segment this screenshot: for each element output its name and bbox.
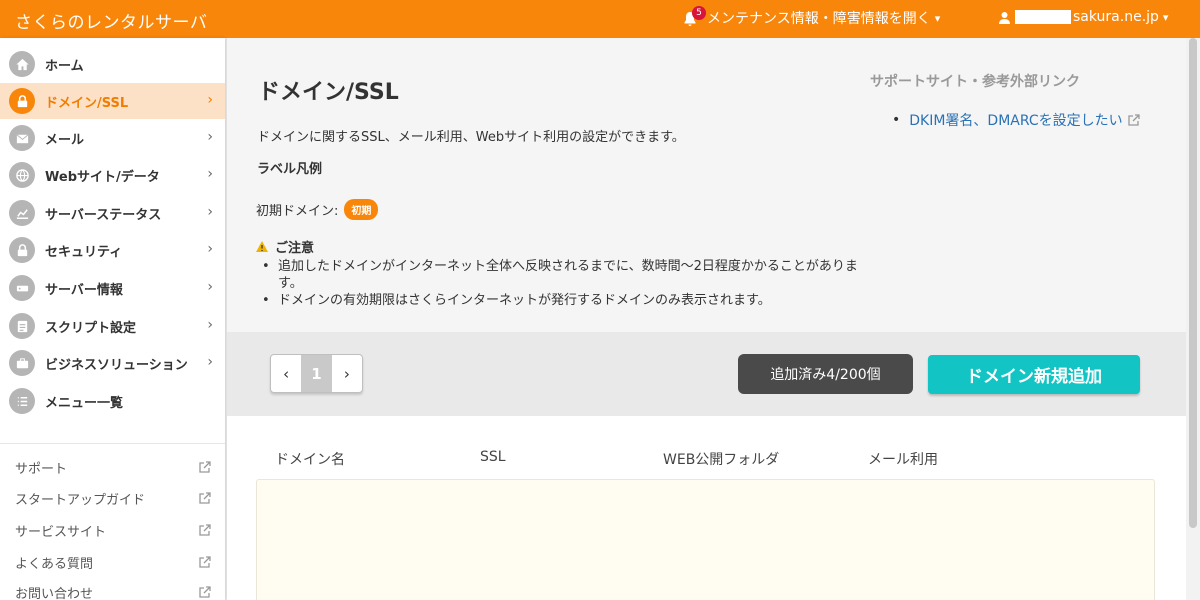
sidebar-link-label: スタートアップガイド [15, 493, 146, 508]
initial-badge: 初期 [344, 199, 379, 220]
page-title: ドメイン/SSL [258, 80, 399, 105]
script-icon [9, 313, 35, 339]
sidebar-link-label: お問い合わせ [15, 587, 94, 600]
account-name-masked [1015, 10, 1071, 24]
home-icon [9, 51, 35, 77]
sidebar-item-server-info[interactable]: サーバー情報 › [0, 270, 225, 306]
initial-domain-legend: 初期ドメイン: 初期 [256, 199, 379, 220]
external-link-icon [199, 556, 211, 568]
notification-badge: 5 [692, 6, 706, 20]
column-header-mail: メール利用 [868, 452, 938, 468]
top-header: さくらのレンタルサーバ 5 メンテナンス情報・障害情報を開く ▾ sakura.… [0, 0, 1200, 38]
sidebar-item-label: ホーム [45, 58, 84, 74]
label-legend-heading: ラベル凡例 [257, 162, 323, 177]
sidebar-item-home[interactable]: ホーム [0, 46, 225, 82]
support-link-label: DKIM署名、DMARCを設定したい [909, 113, 1123, 129]
sidebar-link-support[interactable]: サポート [15, 458, 211, 477]
notice-item: 追加したドメインがインターネット全体へ反映されるまでに、数時間〜2日程度かかるこ… [260, 258, 870, 292]
sidebar-item-website-data[interactable]: Webサイト/データ › [0, 157, 225, 193]
scrollbar[interactable] [1186, 38, 1200, 600]
sidebar-item-mail[interactable]: メール › [0, 120, 225, 156]
account-menu[interactable]: sakura.ne.jp ▾ [998, 9, 1168, 25]
sidebar-item-label: メニュー一覧 [45, 395, 124, 411]
external-link-icon [1128, 113, 1140, 126]
chevron-right-icon: › [207, 92, 213, 108]
page-prev-button[interactable]: ‹ [271, 355, 301, 392]
chevron-right-icon: › [207, 317, 213, 333]
sidebar-item-business-solutions[interactable]: ビジネスソリューション › [0, 345, 225, 381]
sidebar-item-security[interactable]: セキュリティ › [0, 232, 225, 268]
sidebar-item-label: メール [45, 132, 85, 148]
chart-icon [9, 200, 35, 226]
sidebar-link-label: サービスサイト [15, 525, 107, 540]
chevron-right-icon: › [207, 279, 213, 295]
server-icon [9, 275, 35, 301]
column-header-domain: ドメイン名 [275, 452, 345, 468]
notice-heading: ご注意 [255, 237, 314, 256]
chevron-right-icon: › [207, 129, 213, 145]
external-link-icon [199, 586, 211, 598]
add-domain-button[interactable]: ドメイン新規追加 [928, 355, 1140, 394]
chevron-right-icon: › [207, 166, 213, 182]
mail-icon [9, 125, 35, 151]
chevron-right-icon: › [207, 241, 213, 257]
globe-icon [9, 162, 35, 188]
sidebar-item-server-status[interactable]: サーバーステータス › [0, 195, 225, 231]
chevron-down-icon: ▾ [934, 11, 941, 25]
sidebar-link-service-site[interactable]: サービスサイト [15, 521, 211, 540]
page-description: ドメインに関するSSL、メール利用、Webサイト利用の設定ができます。 [257, 130, 685, 145]
sidebar: ホーム ドメイン/SSL › メール › Webサイト/データ › サーバーステ… [0, 38, 225, 600]
notice-list: 追加したドメインがインターネット全体へ反映されるまでに、数時間〜2日程度かかるこ… [260, 258, 870, 309]
external-link-icon [199, 524, 211, 536]
external-link-icon [199, 461, 211, 473]
sidebar-link-startup-guide[interactable]: スタートアップガイド [15, 489, 211, 508]
sidebar-divider [0, 443, 225, 444]
sidebar-item-label: サーバーステータス [45, 207, 162, 223]
notifications-label: メンテナンス情報・障害情報を開く [707, 11, 931, 27]
domain-table-body [256, 479, 1155, 600]
sidebar-link-contact[interactable]: お問い合わせ [15, 583, 211, 600]
sidebar-link-label: よくある質問 [15, 557, 94, 572]
sidebar-item-domain-ssl[interactable]: ドメイン/SSL › [0, 83, 225, 119]
chevron-right-icon: › [207, 204, 213, 220]
column-header-ssl: SSL [480, 449, 506, 465]
external-link-icon [199, 492, 211, 504]
sidebar-item-label: スクリプト設定 [45, 320, 137, 336]
account-domain: sakura.ne.jp [1073, 9, 1159, 25]
pagination: ‹ 1 › [270, 354, 363, 393]
scrollbar-thumb[interactable] [1189, 38, 1197, 528]
sidebar-item-label: Webサイト/データ [45, 169, 160, 185]
lock-icon [9, 88, 35, 114]
support-links-heading: サポートサイト・参考外部リンク [870, 74, 1080, 90]
sidebar-item-script-settings[interactable]: スクリプト設定 › [0, 308, 225, 344]
sidebar-link-faq[interactable]: よくある質問 [15, 553, 211, 572]
notifications-menu[interactable]: 5 メンテナンス情報・障害情報を開く ▾ [683, 6, 941, 28]
padlock-icon [9, 237, 35, 263]
user-icon [999, 11, 1010, 24]
page-next-button[interactable]: › [332, 355, 362, 392]
sidebar-item-label: ビジネスソリューション [45, 357, 188, 373]
brand-logo[interactable]: さくらのレンタルサーバ [15, 8, 207, 33]
sidebar-item-label: サーバー情報 [45, 282, 123, 298]
chevron-down-icon: ▾ [1162, 10, 1169, 24]
column-header-web-folder: WEB公開フォルダ [663, 452, 780, 468]
sidebar-item-menu-list[interactable]: メニュー一覧 [0, 383, 225, 419]
notice-title: ご注意 [275, 241, 315, 256]
list-icon [9, 388, 35, 414]
page-current-button[interactable]: 1 [301, 355, 332, 392]
sidebar-item-label: セキュリティ [45, 244, 123, 260]
briefcase-icon [9, 350, 35, 376]
bell-icon: 5 [683, 6, 706, 26]
support-link-dkim-dmarc[interactable]: DKIM署名、DMARCを設定したい [892, 110, 1140, 130]
added-count-button[interactable]: 追加済み4/200個 [738, 354, 913, 394]
sidebar-link-label: サポート [15, 462, 68, 477]
sidebar-item-label: ドメイン/SSL [45, 95, 129, 111]
chevron-right-icon: › [207, 354, 213, 370]
warning-icon [256, 241, 268, 252]
notice-item: ドメインの有効期限はさくらインターネットが発行するドメインのみ表示されます。 [260, 292, 870, 309]
initial-domain-label: 初期ドメイン: [256, 204, 339, 219]
